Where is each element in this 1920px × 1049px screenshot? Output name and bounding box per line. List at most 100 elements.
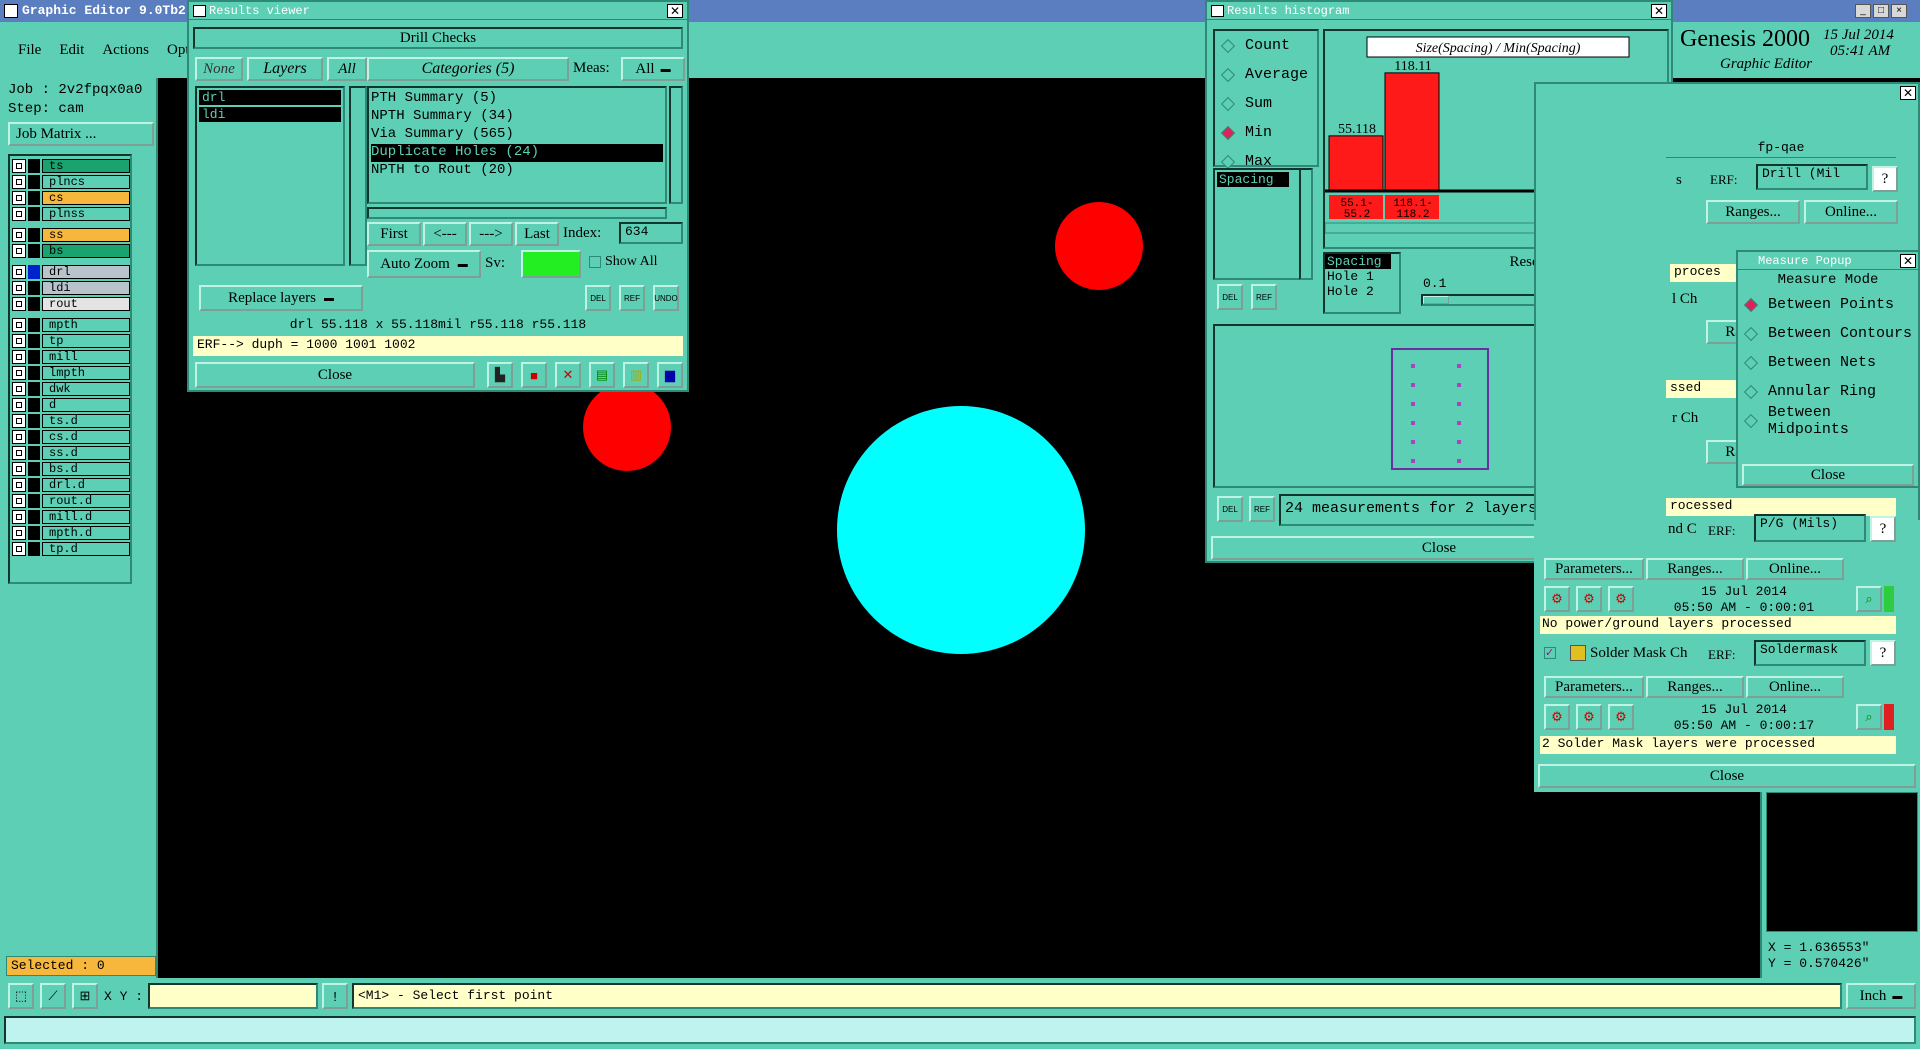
layer-row[interactable]: cs.d <box>12 429 130 445</box>
solder-mask-checkbox[interactable]: ✓ <box>1544 647 1556 659</box>
next-button[interactable]: ---> <box>469 222 513 246</box>
mode-average[interactable]: Average <box>1215 60 1317 89</box>
cyan-pad[interactable] <box>837 406 1085 654</box>
info-icon[interactable]: ! <box>322 983 348 1009</box>
category-item[interactable]: NPTH Summary (34) <box>371 108 663 126</box>
ranges-button[interactable]: Ranges... <box>1646 676 1744 698</box>
layer-name[interactable]: drl.d <box>42 478 130 492</box>
last-button[interactable]: Last <box>515 222 559 246</box>
layer-name[interactable]: d <box>42 398 130 412</box>
layer-name[interactable]: ts.d <box>42 414 130 428</box>
layer-row[interactable]: mill.d <box>12 509 130 525</box>
layer-checkbox[interactable] <box>12 265 26 279</box>
prev-button[interactable]: <--- <box>423 222 467 246</box>
grid-icon[interactable]: ⊞ <box>72 983 98 1009</box>
drill-erf-field[interactable]: Drill (Mil <box>1756 164 1868 190</box>
axis-item-hole2[interactable]: Hole 2 <box>1325 284 1399 299</box>
mode-count[interactable]: Count <box>1215 31 1317 60</box>
layer-name[interactable]: mill.d <box>42 510 130 524</box>
cancel-icon[interactable]: ✕ <box>555 362 581 388</box>
run-icon[interactable]: ⚙ <box>1544 586 1570 612</box>
preview-del-icon[interactable]: DEL <box>1217 496 1243 522</box>
mode-sum[interactable]: Sum <box>1215 89 1317 118</box>
layer-name[interactable]: cs.d <box>42 430 130 444</box>
layer-checkbox[interactable] <box>12 478 26 492</box>
layer-row[interactable]: ss.d <box>12 445 130 461</box>
zoom-icon[interactable]: ⌕ <box>1856 586 1882 612</box>
layer-row[interactable]: ts <box>12 158 130 174</box>
results-viewer-close-icon[interactable]: ✕ <box>667 4 683 18</box>
show-all-checkbox[interactable] <box>589 256 601 268</box>
layer-checkbox[interactable] <box>12 281 26 295</box>
auto-zoom-dropdown[interactable]: Auto Zoom ▬ <box>367 250 481 278</box>
layer-checkbox[interactable] <box>12 334 26 348</box>
layer-checkbox[interactable] <box>12 207 26 221</box>
notes-icon[interactable]: ▥ <box>623 362 649 388</box>
help-icon[interactable]: ? <box>1870 640 1896 666</box>
analysis-close-icon[interactable]: ✕ <box>1900 86 1916 100</box>
run-all-icon[interactable]: ⚙ <box>1576 704 1602 730</box>
stats-icon[interactable]: ▤ <box>589 362 615 388</box>
layer-name[interactable]: ss <box>42 228 130 242</box>
layer-checkbox[interactable] <box>12 542 26 556</box>
mini-map[interactable] <box>1766 792 1918 932</box>
param-item-spacing[interactable]: Spacing <box>1217 172 1289 187</box>
measure-between-points[interactable]: Between Points <box>1738 290 1918 319</box>
stop-icon[interactable]: ⚙ <box>1608 586 1634 612</box>
layer-row[interactable]: cs <box>12 190 130 206</box>
help-icon[interactable]: ? <box>1872 166 1898 192</box>
layer-row[interactable]: drl <box>12 264 130 280</box>
preview-ref-icon[interactable]: REF <box>1249 496 1275 522</box>
category-item[interactable]: PTH Summary (5) <box>371 90 663 108</box>
layer-name[interactable]: mpth.d <box>42 526 130 540</box>
layer-name[interactable]: drl <box>42 265 130 279</box>
layer-row[interactable]: mill <box>12 349 130 365</box>
layer-checkbox[interactable] <box>12 318 26 332</box>
histogram-bar[interactable] <box>1384 72 1440 192</box>
axis-item-spacing[interactable]: Spacing <box>1325 254 1391 269</box>
online-button[interactable]: Online... <box>1804 200 1898 224</box>
categories-tab[interactable]: Categories (5) <box>367 57 569 81</box>
solder-mask-erf-field[interactable]: Soldermask <box>1754 640 1866 666</box>
mode-min[interactable]: Min <box>1215 118 1317 147</box>
layers-tab[interactable]: Layers <box>247 57 323 81</box>
layer-checkbox[interactable] <box>12 446 26 460</box>
ranges-button[interactable]: Ranges... <box>1706 200 1800 224</box>
layer-checkbox[interactable] <box>12 382 26 396</box>
layer-row[interactable]: dwk <box>12 381 130 397</box>
layer-row[interactable]: tp.d <box>12 541 130 557</box>
window-menu-icon[interactable] <box>193 5 206 17</box>
menu-edit[interactable]: Edit <box>59 42 84 59</box>
first-button[interactable]: First <box>367 222 421 246</box>
units-dropdown[interactable]: Inch ▬ <box>1846 983 1916 1009</box>
layer-row[interactable]: d <box>12 397 130 413</box>
red-pad-left[interactable] <box>583 383 671 471</box>
layer-row[interactable]: bs <box>12 243 130 259</box>
layer-item-drl[interactable]: drl <box>199 90 341 105</box>
layer-name[interactable]: plncs <box>42 175 130 189</box>
layer-row[interactable]: ldi <box>12 280 130 296</box>
layer-name[interactable]: tp.d <box>42 542 130 556</box>
layer-checkbox[interactable] <box>12 510 26 524</box>
layer-name[interactable]: tp <box>42 334 130 348</box>
measure-between-midpoints[interactable]: Between Midpoints <box>1738 404 1918 438</box>
measure-between-nets[interactable]: Between Nets <box>1738 348 1918 377</box>
parameters-button[interactable]: Parameters... <box>1544 676 1644 698</box>
axis-item-hole1[interactable]: Hole 1 <box>1325 269 1399 284</box>
select-icon[interactable]: ■ <box>521 362 547 388</box>
layer-name[interactable]: dwk <box>42 382 130 396</box>
layer-checkbox[interactable] <box>12 159 26 173</box>
run-all-icon[interactable]: ⚙ <box>1576 586 1602 612</box>
layer-row[interactable]: rout <box>12 296 130 312</box>
layer-checkbox[interactable] <box>12 297 26 311</box>
histogram-close-icon[interactable]: ✕ <box>1651 4 1667 18</box>
layer-checkbox[interactable] <box>12 414 26 428</box>
layer-checkbox[interactable] <box>12 430 26 444</box>
layer-row[interactable]: mpth <box>12 317 130 333</box>
zoom-icon[interactable]: ⌕ <box>1856 704 1882 730</box>
layer-name[interactable]: cs <box>42 191 130 205</box>
layer-row[interactable]: tp <box>12 333 130 349</box>
report-icon[interactable]: ▙ <box>487 362 513 388</box>
layer-row[interactable]: bs.d <box>12 461 130 477</box>
layer-checkbox[interactable] <box>12 494 26 508</box>
